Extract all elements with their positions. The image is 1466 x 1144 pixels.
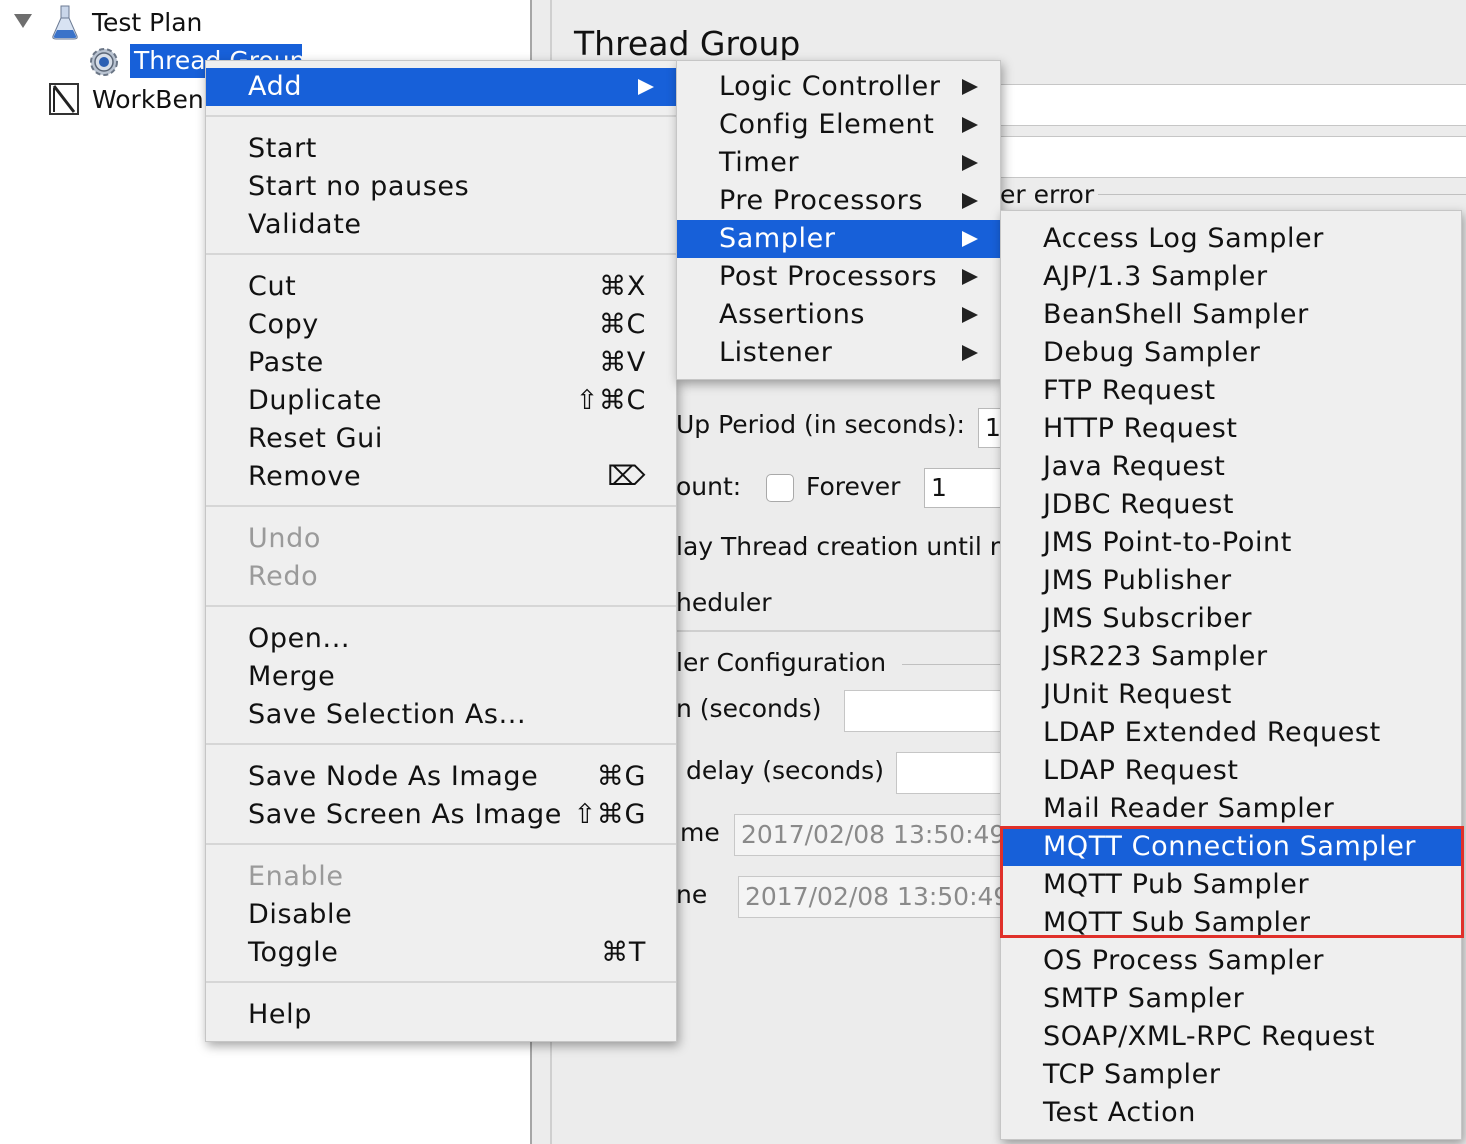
loop-count-label: ount: [676, 472, 742, 501]
scheduler-checkbox-label: heduler [676, 588, 772, 617]
menu-item-open[interactable]: Open... [206, 620, 676, 658]
menu-separator [206, 605, 676, 607]
start-time-label: me [680, 818, 720, 847]
add-submenu: Logic Controller Config Element Timer Pr… [676, 60, 1001, 380]
menu-item-undo: Undo [248, 523, 321, 554]
sampler-item-jms-subscriber[interactable]: JMS Subscriber [1001, 600, 1461, 638]
submenu-item-sampler[interactable]: Sampler [677, 220, 1000, 258]
sampler-item-junit[interactable]: JUnit Request [1001, 676, 1461, 714]
divider-line [676, 630, 1006, 632]
menu-item-remove[interactable]: Remove ⌦ [206, 458, 676, 496]
submenu-arrow-icon [638, 79, 654, 95]
menu-item-paste[interactable]: Paste ⌘V [206, 344, 676, 382]
workbench-icon [48, 82, 82, 116]
submenu-arrow-icon [962, 117, 978, 133]
duration-input[interactable] [844, 690, 1016, 732]
rampup-label: Up Period (in seconds): [676, 410, 965, 439]
sampler-item-ldap[interactable]: LDAP Request [1001, 752, 1461, 790]
menu-item-duplicate[interactable]: Duplicate ⇧⌘C [206, 382, 676, 420]
sampler-submenu: Access Log Sampler AJP/1.3 Sampler BeanS… [1000, 210, 1462, 1140]
submenu-item-assertions[interactable]: Assertions [677, 296, 1000, 334]
menu-item-cut[interactable]: Cut ⌘X [206, 268, 676, 306]
submenu-arrow-icon [962, 307, 978, 323]
menu-separator [206, 505, 676, 507]
submenu-arrow-icon [962, 193, 978, 209]
sampler-item-beanshell[interactable]: BeanShell Sampler [1001, 296, 1461, 334]
sampler-item-debug[interactable]: Debug Sampler [1001, 334, 1461, 372]
menu-item-enable: Enable [248, 861, 344, 892]
menu-item-help[interactable]: Help [206, 996, 676, 1034]
menu-item-reset-gui[interactable]: Reset Gui [206, 420, 676, 458]
menu-separator [206, 843, 676, 845]
scheduler-config-label: ler Configuration [676, 648, 887, 677]
menu-item-start-no-pauses[interactable]: Start no pauses [206, 168, 676, 206]
menu-item-start[interactable]: Start [206, 130, 676, 168]
submenu-item-timer[interactable]: Timer [677, 144, 1000, 182]
mqtt-highlight-box [1000, 826, 1464, 938]
context-menu: Add Start Start no pauses Validate Cut ⌘X… [205, 60, 677, 1042]
submenu-item-post-processors[interactable]: Post Processors [677, 258, 1000, 296]
menu-item-save-node-as-image[interactable]: Save Node As Image ⌘G [206, 758, 676, 796]
submenu-arrow-icon [962, 155, 978, 171]
panel-title: Thread Group [574, 24, 801, 63]
menu-separator [206, 743, 676, 745]
menu-item-copy[interactable]: Copy ⌘C [206, 306, 676, 344]
scheduler-config-line [902, 664, 1002, 665]
sampler-item-jdbc[interactable]: JDBC Request [1001, 486, 1461, 524]
submenu-item-pre-processors[interactable]: Pre Processors [677, 182, 1000, 220]
submenu-arrow-icon [962, 345, 978, 361]
comments-field[interactable] [1000, 136, 1466, 178]
menu-item-disable[interactable]: Disable [206, 896, 676, 934]
submenu-arrow-icon [962, 231, 978, 247]
sampler-item-os-process[interactable]: OS Process Sampler [1001, 942, 1461, 980]
sampler-item-jms-publisher[interactable]: JMS Publisher [1001, 562, 1461, 600]
sampler-item-smtp[interactable]: SMTP Sampler [1001, 980, 1461, 1018]
submenu-item-config-element[interactable]: Config Element [677, 106, 1000, 144]
sampler-item-jms-point-to-point[interactable]: JMS Point-to-Point [1001, 524, 1461, 562]
sampler-item-tcp[interactable]: TCP Sampler [1001, 1056, 1461, 1094]
sampler-item-http[interactable]: HTTP Request [1001, 410, 1461, 448]
startup-delay-label: delay (seconds) [686, 756, 884, 785]
menu-item-redo: Redo [248, 561, 319, 592]
menu-item-save-selection-as[interactable]: Save Selection As... [206, 696, 676, 734]
test-plan-icon [50, 4, 80, 40]
sampler-item-java[interactable]: Java Request [1001, 448, 1461, 486]
sampler-item-test-action[interactable]: Test Action [1001, 1094, 1461, 1132]
sampler-item-access-log[interactable]: Access Log Sampler [1001, 220, 1461, 258]
sampler-item-mail-reader[interactable]: Mail Reader Sampler [1001, 790, 1461, 828]
submenu-item-logic-controller[interactable]: Logic Controller [677, 68, 1000, 106]
submenu-arrow-icon [962, 79, 978, 95]
group-border-line [1098, 194, 1466, 195]
sampler-item-ftp[interactable]: FTP Request [1001, 372, 1461, 410]
start-time-input[interactable]: 2017/02/08 13:50:49 [734, 814, 1006, 856]
menu-item-toggle[interactable]: Toggle ⌘T [206, 934, 676, 972]
end-time-input[interactable]: 2017/02/08 13:50:49 [738, 876, 1006, 918]
delete-key-icon: ⌦ [607, 461, 646, 492]
menu-separator [206, 253, 676, 255]
menu-item-validate[interactable]: Validate [206, 206, 676, 244]
tree-expand-icon[interactable] [14, 14, 32, 28]
forever-label: Forever [806, 472, 901, 501]
gear-icon [86, 44, 122, 80]
submenu-item-listener[interactable]: Listener [677, 334, 1000, 372]
sampler-item-ajp[interactable]: AJP/1.3 Sampler [1001, 258, 1461, 296]
menu-item-save-screen-as-image[interactable]: Save Screen As Image ⇧⌘G [206, 796, 676, 834]
sampler-item-soap-xml-rpc[interactable]: SOAP/XML-RPC Request [1001, 1018, 1461, 1056]
forever-checkbox[interactable] [766, 474, 794, 502]
name-field[interactable] [1000, 84, 1466, 126]
menu-item-merge[interactable]: Merge [206, 658, 676, 696]
sampler-item-jsr223[interactable]: JSR223 Sampler [1001, 638, 1461, 676]
delay-thread-creation-checkbox-label: lay Thread creation until n [676, 532, 1002, 561]
sampler-error-group: er error [1000, 180, 1095, 209]
end-time-label: ne [676, 880, 708, 909]
menu-separator [206, 981, 676, 983]
tree-item-test-plan[interactable]: Test Plan [92, 7, 202, 39]
menu-separator [206, 115, 676, 117]
sampler-item-ldap-extended[interactable]: LDAP Extended Request [1001, 714, 1461, 752]
menu-item-add[interactable]: Add [206, 68, 676, 106]
submenu-arrow-icon [962, 269, 978, 285]
duration-label: n (seconds) [676, 694, 822, 723]
tree-item-workbench[interactable]: WorkBench [92, 84, 206, 116]
